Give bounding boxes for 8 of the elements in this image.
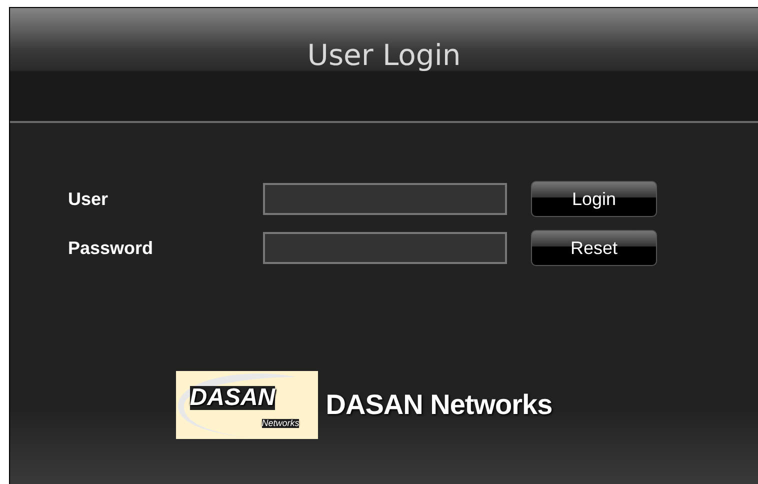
field-label: Password [68,236,154,260]
action-button[interactable]: Reset [531,230,657,266]
action-button[interactable]: Login [531,181,657,217]
field-label: User [68,188,110,210]
brand-name: DASAN Networks [326,388,552,422]
input-field[interactable] [263,232,507,264]
input-field[interactable] [263,183,507,215]
login-title: User Login [307,38,461,73]
